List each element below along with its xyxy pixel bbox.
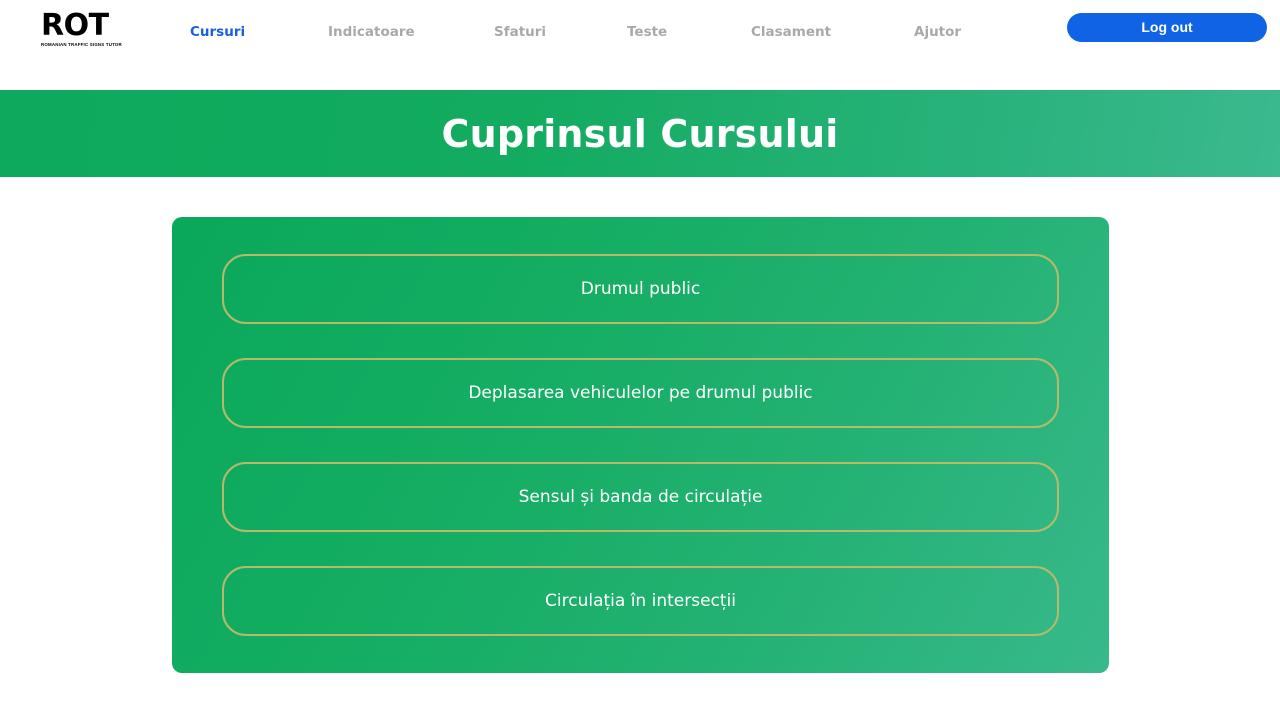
- nav-link-ajutor[interactable]: Ajutor: [914, 24, 961, 40]
- course-banner: Cuprinsul Cursului: [0, 90, 1280, 177]
- nav-link-clasament[interactable]: Clasament: [751, 24, 831, 40]
- nav-link-teste[interactable]: Teste: [627, 24, 667, 40]
- chapter-button-deplasarea-vehiculelor[interactable]: Deplasarea vehiculelor pe drumul public: [222, 358, 1059, 428]
- page-title: Cuprinsul Cursului: [441, 111, 839, 156]
- nav-link-cursuri[interactable]: Cursuri: [190, 24, 245, 40]
- chapter-button-sensul-si-banda[interactable]: Sensul și banda de circulație: [222, 462, 1059, 532]
- course-contents-card: Drumul public Deplasarea vehiculelor pe …: [172, 217, 1109, 673]
- chapter-button-circulatia-in-intersectii[interactable]: Circulația în intersecții: [222, 566, 1059, 636]
- nav-link-indicatoare[interactable]: Indicatoare: [328, 24, 415, 40]
- top-navbar: ROT ROMANIAN TRAFFIC SIGNS TUTOR Cursuri…: [0, 0, 1280, 90]
- logout-button[interactable]: Log out: [1067, 13, 1267, 42]
- chapter-button-drumul-public[interactable]: Drumul public: [222, 254, 1059, 324]
- rot-logo[interactable]: ROT ROMANIAN TRAFFIC SIGNS TUTOR: [41, 8, 133, 48]
- nav-link-sfaturi[interactable]: Sfaturi: [494, 24, 546, 40]
- logo-mark: ROT: [41, 8, 109, 43]
